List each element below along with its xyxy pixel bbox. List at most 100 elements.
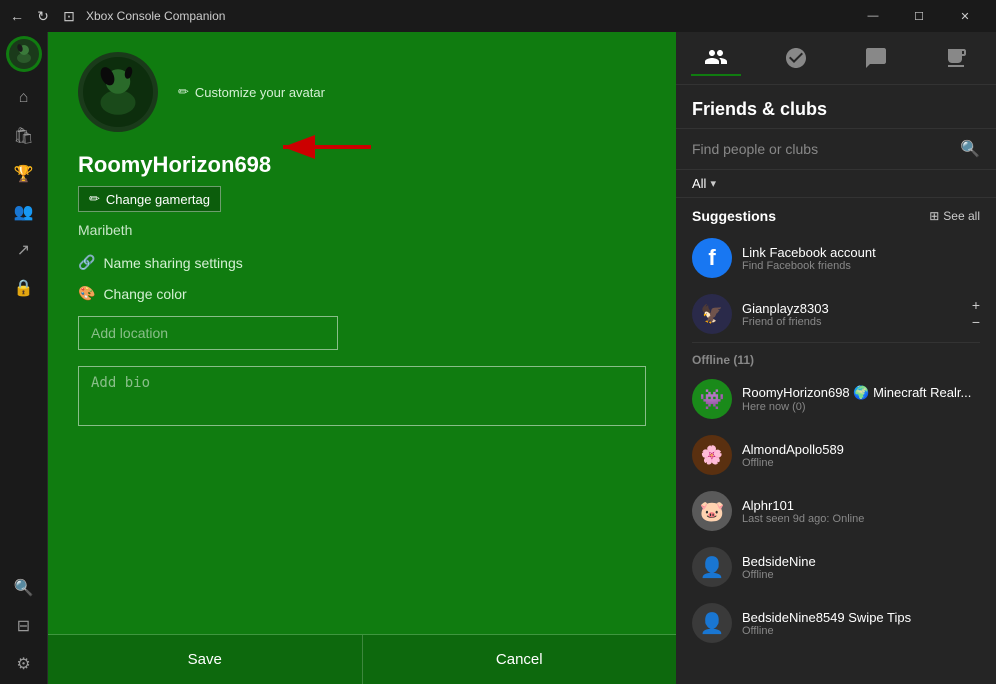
gianplayz-avatar: 🦅 bbox=[692, 294, 732, 334]
alphr-name: Alphr101 bbox=[742, 498, 980, 513]
minimize-button[interactable]: — bbox=[850, 0, 896, 32]
friends-clubs-title: Friends & clubs bbox=[692, 99, 980, 120]
window-controls: — ☐ ✕ bbox=[850, 0, 988, 32]
customize-label: Customize your avatar bbox=[195, 85, 325, 100]
offline-friend-alphr[interactable]: 🐷 Alphr101 Last seen 9d ago: Online bbox=[676, 483, 996, 539]
change-color-label: Change color bbox=[103, 286, 186, 302]
activity-tab[interactable] bbox=[931, 40, 981, 76]
facebook-info: Link Facebook account Find Facebook frie… bbox=[742, 245, 980, 272]
devices-icon[interactable]: ⊟ bbox=[6, 608, 42, 644]
bio-input[interactable] bbox=[78, 366, 646, 426]
profile-content: ✏ Customize your avatar RoomyHorizon698 … bbox=[48, 32, 676, 634]
link-icon: 🔗 bbox=[78, 254, 95, 271]
search-sidebar-icon[interactable]: 🔍 bbox=[6, 570, 42, 606]
party-tab[interactable] bbox=[771, 40, 821, 76]
refresh-button[interactable]: ↻ bbox=[34, 7, 52, 25]
see-all-label: See all bbox=[943, 209, 980, 223]
bedside-name: BedsideNine bbox=[742, 554, 980, 569]
almond-status: Offline bbox=[742, 457, 980, 469]
search-input[interactable] bbox=[692, 141, 952, 157]
add-friend-plus[interactable]: + bbox=[972, 297, 980, 314]
gianplayz-status: Friend of friends bbox=[742, 316, 962, 328]
suggestion-facebook[interactable]: f Link Facebook account Find Facebook fr… bbox=[676, 230, 996, 286]
search-row: 🔍 bbox=[676, 129, 996, 170]
suggestions-title: Suggestions bbox=[692, 208, 776, 224]
suggestion-gianplayz[interactable]: 🦅 Gianplayz8303 Friend of friends + − bbox=[676, 286, 996, 342]
pencil-icon: ✏ bbox=[178, 84, 189, 100]
close-button[interactable]: ✕ bbox=[942, 0, 988, 32]
friends-tab[interactable] bbox=[691, 40, 741, 76]
titlebar: ← ↻ ⊡ Xbox Console Companion — ☐ ✕ bbox=[0, 0, 996, 32]
almond-name: AlmondApollo589 bbox=[742, 442, 980, 457]
almond-avatar: 🌸 bbox=[692, 435, 732, 475]
filter-chevron-icon: ▾ bbox=[710, 177, 716, 190]
change-gamertag-label: Change gamertag bbox=[106, 192, 210, 207]
gamertag-display: RoomyHorizon698 bbox=[78, 152, 646, 178]
profile-footer: Save Cancel bbox=[48, 634, 676, 684]
roomy-info: RoomyHorizon698 🌍 Minecraft Realr... Her… bbox=[742, 385, 980, 413]
sidebar-avatar[interactable] bbox=[6, 36, 42, 72]
real-name-display: Maribeth bbox=[78, 222, 646, 238]
facebook-avatar: f bbox=[692, 238, 732, 278]
facebook-name: Link Facebook account bbox=[742, 245, 980, 260]
roomy-name: RoomyHorizon698 🌍 Minecraft Realr... bbox=[742, 385, 980, 401]
grid-icon: ⊞ bbox=[929, 209, 939, 223]
alphr-info: Alphr101 Last seen 9d ago: Online bbox=[742, 498, 980, 525]
lock-icon[interactable]: 🔒 bbox=[6, 270, 42, 306]
offline-friend-almond[interactable]: 🌸 AlmondApollo589 Offline bbox=[676, 427, 996, 483]
roomy-status: Here now (0) bbox=[742, 401, 980, 413]
facebook-status: Find Facebook friends bbox=[742, 260, 980, 272]
home-icon[interactable]: ⌂ bbox=[6, 80, 42, 116]
edit-icon: ✏ bbox=[89, 191, 100, 207]
profile-info: RoomyHorizon698 ✏ Change gamertag Maribe… bbox=[78, 152, 646, 238]
search-icon[interactable]: 🔍 bbox=[960, 139, 980, 159]
offline-label: Offline (11) bbox=[692, 353, 754, 367]
settings-icon[interactable]: ⚙ bbox=[6, 646, 42, 682]
offline-friend-bedside[interactable]: 👤 BedsideNine Offline bbox=[676, 539, 996, 595]
bedside8549-avatar: 👤 bbox=[692, 603, 732, 643]
filter-row[interactable]: All ▾ bbox=[676, 170, 996, 198]
change-gamertag-button[interactable]: ✏ Change gamertag bbox=[78, 186, 221, 212]
gianplayz-info: Gianplayz8303 Friend of friends bbox=[742, 301, 962, 328]
bedside8549-status: Offline bbox=[742, 625, 980, 637]
offline-friend-roomy[interactable]: 👾 RoomyHorizon698 🌍 Minecraft Realr... H… bbox=[676, 371, 996, 427]
save-button[interactable]: Save bbox=[48, 635, 362, 684]
cancel-button[interactable]: Cancel bbox=[362, 635, 677, 684]
remove-friend-minus[interactable]: − bbox=[972, 314, 980, 331]
store-icon[interactable]: 🛍 bbox=[6, 118, 42, 154]
offline-friend-bedside8549[interactable]: 👤 BedsideNine8549 Swipe Tips Offline bbox=[676, 595, 996, 651]
friends-clubs-header: Friends & clubs bbox=[676, 85, 996, 129]
name-sharing-label: Name sharing settings bbox=[103, 255, 242, 271]
right-panel: Friends & clubs 🔍 All ▾ Suggestions ⊞ Se… bbox=[676, 32, 996, 684]
almond-info: AlmondApollo589 Offline bbox=[742, 442, 980, 469]
profile-avatar[interactable] bbox=[78, 52, 158, 132]
right-tabs bbox=[676, 32, 996, 85]
back-button[interactable]: ← bbox=[8, 7, 26, 25]
right-scroll-area: Suggestions ⊞ See all f Link Facebook ac… bbox=[676, 198, 996, 684]
alphr-avatar: 🐷 bbox=[692, 491, 732, 531]
titlebar-left: ← ↻ ⊡ Xbox Console Companion bbox=[8, 7, 225, 25]
window-icon: ⊡ bbox=[60, 7, 78, 25]
profile-top: ✏ Customize your avatar bbox=[78, 52, 646, 132]
trending-icon[interactable]: ↗ bbox=[6, 232, 42, 268]
bedside8549-info: BedsideNine8549 Swipe Tips Offline bbox=[742, 610, 980, 637]
see-all-button[interactable]: ⊞ See all bbox=[929, 209, 980, 223]
filter-label: All bbox=[692, 176, 706, 191]
bedside-info: BedsideNine Offline bbox=[742, 554, 980, 581]
color-icon: 🎨 bbox=[78, 285, 95, 302]
gianplayz-actions: + − bbox=[972, 297, 980, 331]
location-input[interactable] bbox=[78, 316, 338, 350]
achievements-icon[interactable]: 🏆 bbox=[6, 156, 42, 192]
maximize-button[interactable]: ☐ bbox=[896, 0, 942, 32]
name-sharing-button[interactable]: 🔗 Name sharing settings bbox=[78, 254, 646, 271]
main-layout: ⌂ 🛍 🏆 👥 ↗ 🔒 🔍 ⊟ ⚙ bbox=[0, 32, 996, 684]
roomy-avatar: 👾 bbox=[692, 379, 732, 419]
chat-tab[interactable] bbox=[851, 40, 901, 76]
bedside-status: Offline bbox=[742, 569, 980, 581]
change-color-button[interactable]: 🎨 Change color bbox=[78, 285, 646, 302]
offline-header: Offline (11) bbox=[676, 343, 996, 371]
customize-avatar-button[interactable]: ✏ Customize your avatar bbox=[178, 84, 325, 100]
bedside-avatar: 👤 bbox=[692, 547, 732, 587]
friends-sidebar-icon[interactable]: 👥 bbox=[6, 194, 42, 230]
bedside8549-name: BedsideNine8549 Swipe Tips bbox=[742, 610, 980, 625]
